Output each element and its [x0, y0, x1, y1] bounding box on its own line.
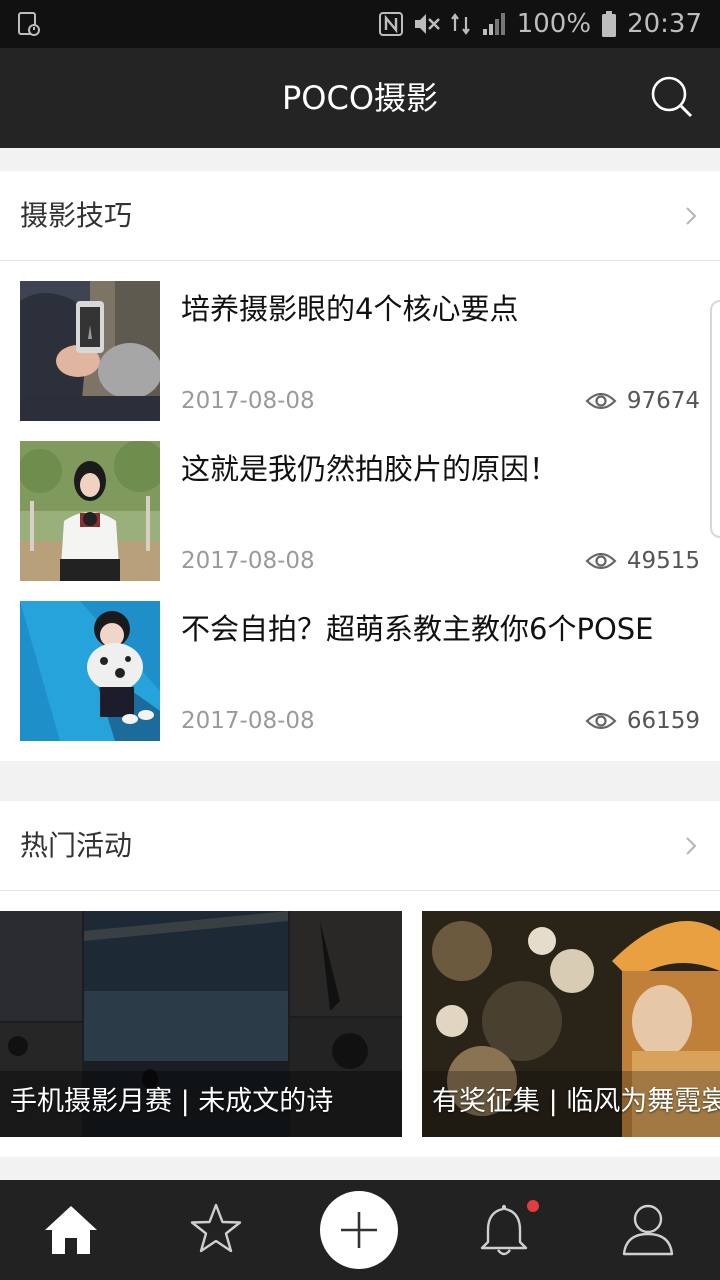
article-date: 2017-08-08 [181, 388, 315, 414]
clock: 20:37 [627, 9, 702, 39]
section-title: 摄影技巧 [20, 199, 133, 232]
event-banner[interactable]: 手机摄影月赛 | 未成文的诗 [0, 911, 402, 1137]
star-icon[interactable] [186, 1200, 246, 1260]
notification-badge [527, 1200, 539, 1212]
app-title: POCO摄影 [281, 79, 439, 117]
view-count: 97674 [585, 386, 700, 416]
view-count-value: 97674 [626, 388, 700, 414]
view-count: 66159 [585, 706, 700, 736]
events-section-header[interactable]: 热门活动 [0, 801, 720, 891]
view-count-value: 66159 [626, 708, 700, 734]
article-item[interactable]: 这就是我仍然拍胶片的原因！ 2017-08-08 49515 [0, 421, 720, 581]
eye-icon [585, 552, 617, 570]
article-thumbnail [20, 281, 160, 421]
bell-icon[interactable] [474, 1200, 534, 1260]
home-icon[interactable] [41, 1200, 101, 1260]
view-count: 49515 [585, 546, 700, 576]
banner-caption: 有奖征集 | 临风为舞霓裳 [432, 1086, 720, 1117]
nfc-icon [378, 12, 403, 36]
mute-icon [414, 14, 440, 34]
banner-caption: 手机摄影月赛 | 未成文的诗 [10, 1086, 334, 1117]
event-banner[interactable]: 有奖征集 | 临风为舞霓裳 [422, 911, 720, 1137]
battery-percent: 100% [516, 9, 592, 39]
article-item[interactable]: 不会自拍？超萌系教主教你6个POSE 2017-08-08 66159 [0, 581, 720, 741]
plus-icon [341, 1212, 377, 1248]
article-thumbnail [20, 601, 160, 741]
article-title: 这就是我仍然拍胶片的原因！ [181, 452, 559, 486]
app-bar: POCO摄影 [0, 48, 720, 148]
article-item[interactable]: 培养摄影眼的4个核心要点 2017-08-08 97674 [0, 261, 720, 421]
events-section: 热门活动 手机摄影月赛 | 未成文的诗 有奖征集 | 临风为舞霓裳 [0, 801, 720, 1157]
article-date: 2017-08-08 [181, 548, 315, 574]
article-title: 培养摄影眼的4个核心要点 [181, 292, 519, 326]
article-date: 2017-08-08 [181, 708, 315, 734]
add-post-button[interactable] [320, 1191, 398, 1269]
user-icon[interactable] [618, 1200, 678, 1260]
eye-icon [585, 392, 617, 410]
tips-section: 摄影技巧 培养摄影眼的4个核心要点 2017-08-08 97674 这就是我仍… [0, 171, 720, 761]
article-title: 不会自拍？超萌系教主教你6个POSE [181, 612, 654, 646]
bottom-tab-bar [0, 1180, 720, 1280]
search-icon[interactable] [650, 75, 694, 119]
chevron-right-icon [686, 207, 697, 225]
view-count-value: 49515 [626, 548, 700, 574]
data-icon [450, 13, 470, 35]
screenshot-icon [18, 12, 40, 36]
battery-icon [602, 11, 617, 37]
signal-icon [482, 13, 505, 35]
eye-icon [585, 712, 617, 730]
chevron-right-icon [686, 837, 697, 855]
scroll-handle[interactable] [710, 300, 720, 538]
tips-section-header[interactable]: 摄影技巧 [0, 171, 720, 261]
article-thumbnail [20, 441, 160, 581]
status-bar: 100% 20:37 [0, 0, 720, 48]
section-title: 热门活动 [20, 829, 133, 862]
